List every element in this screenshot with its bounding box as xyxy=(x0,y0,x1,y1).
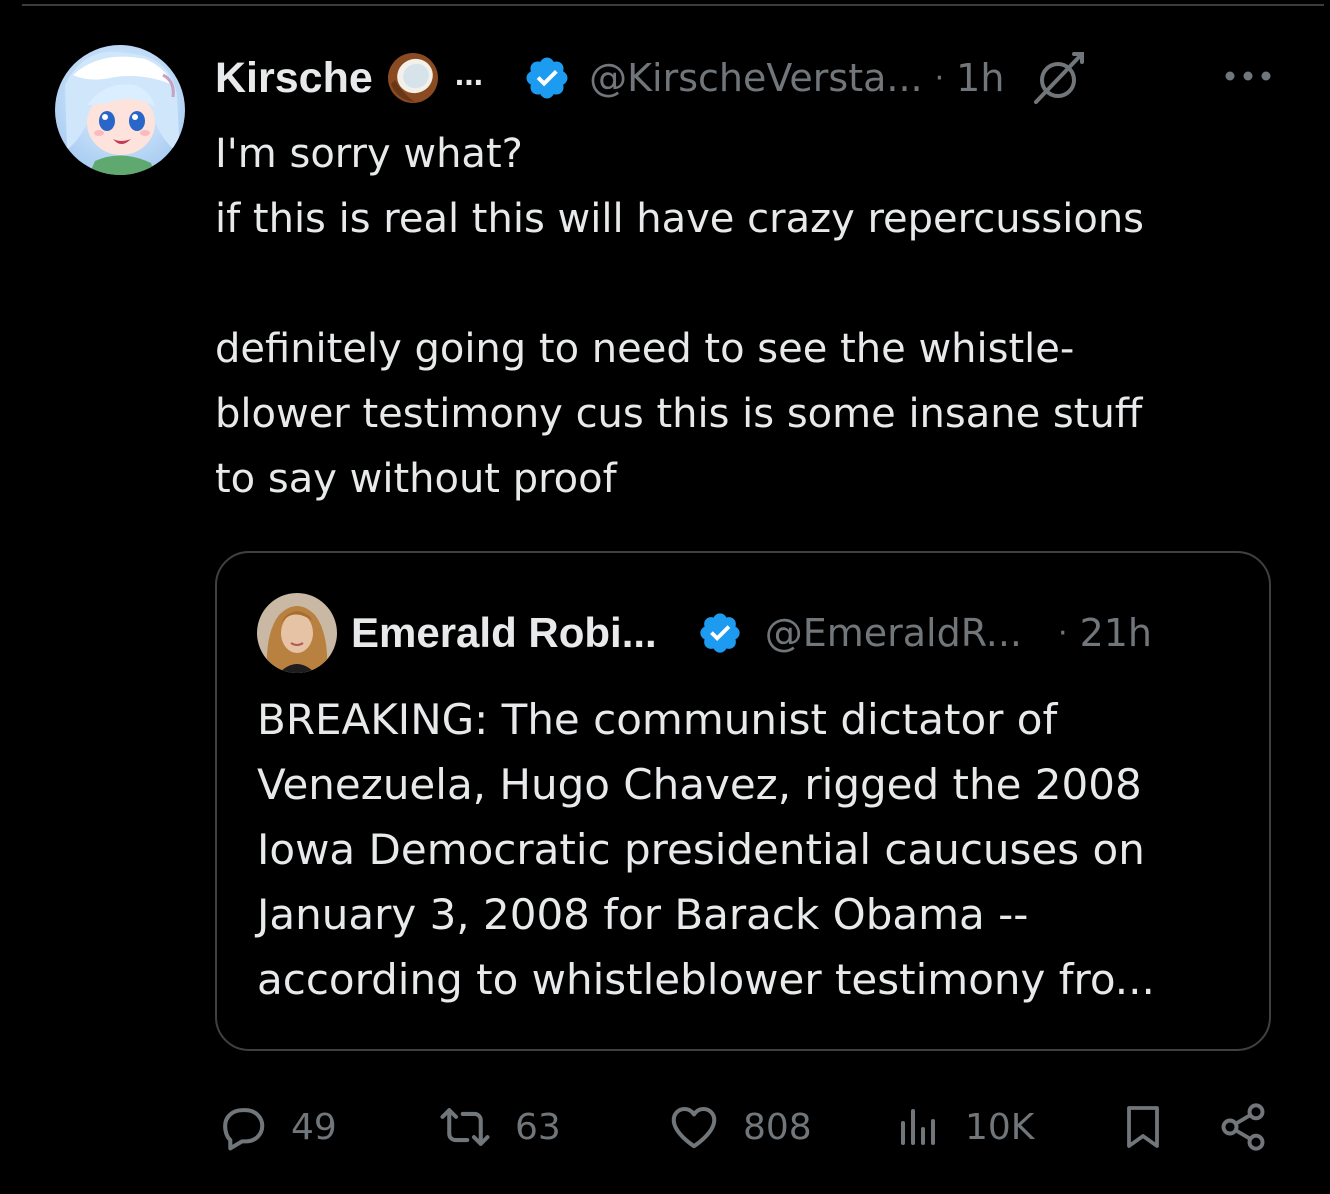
heart-icon xyxy=(667,1100,721,1154)
quoted-text-line: BREAKING: The communist dictator of xyxy=(257,695,1058,744)
quoted-author-avatar[interactable] xyxy=(257,593,337,673)
quoted-text-line: January 3, 2008 for Barack Obama -- xyxy=(257,890,1029,939)
verified-badge-icon[interactable] xyxy=(523,54,571,102)
tweet-text-line: blower testimony cus this is some insane… xyxy=(215,391,1143,437)
tweet-text-line: if this is real this will have crazy rep… xyxy=(215,196,1145,242)
share-button[interactable] xyxy=(1217,1096,1269,1158)
reply-count: 49 xyxy=(291,1106,337,1148)
bookmark-icon xyxy=(1119,1098,1167,1156)
top-divider xyxy=(22,4,1324,6)
views-chart-icon xyxy=(895,1100,943,1154)
repost-count: 63 xyxy=(515,1106,561,1148)
quoted-text-line: according to whistleblower testimony fro… xyxy=(257,955,1155,1004)
quoted-text-line: Venezuela, Hugo Chavez, rigged the 2008 xyxy=(257,760,1142,809)
author-display-name[interactable]: Kirsche xyxy=(215,54,373,103)
separator-dot: · xyxy=(934,60,945,96)
verified-badge-icon[interactable] xyxy=(697,610,743,656)
reply-icon xyxy=(215,1100,269,1154)
like-count: 808 xyxy=(743,1106,812,1148)
tweet-header: Kirsche ... @KirscheVersta... · 1h xyxy=(215,50,1295,106)
repost-icon xyxy=(437,1100,493,1154)
separator-dot: · xyxy=(1058,615,1068,651)
reply-button[interactable]: 49 xyxy=(215,1096,337,1158)
tweet-action-bar: 49 63 808 10K xyxy=(215,1096,1275,1158)
tweet-timestamp[interactable]: 1h xyxy=(956,56,1004,100)
name-truncation: ... xyxy=(454,54,484,93)
repost-button[interactable]: 63 xyxy=(437,1096,561,1158)
views-button[interactable]: 10K xyxy=(895,1096,1034,1158)
bookmark-button[interactable] xyxy=(1119,1096,1167,1158)
tweet-text: I'm sorry what? if this is real this wil… xyxy=(215,122,1305,512)
author-avatar[interactable] xyxy=(55,45,185,175)
coconut-icon xyxy=(385,50,441,106)
quoted-author-handle[interactable]: @EmeraldR... xyxy=(765,611,1022,655)
grok-icon[interactable] xyxy=(1028,48,1088,108)
quoted-tweet-card[interactable]: Emerald Robi... @EmeraldR... · 21h BREAK… xyxy=(215,551,1271,1051)
like-button[interactable]: 808 xyxy=(667,1096,812,1158)
author-handle[interactable]: @KirscheVersta... xyxy=(589,56,923,100)
quoted-tweet-text: BREAKING: The communist dictator of Vene… xyxy=(257,687,1257,1012)
quoted-author-display-name[interactable]: Emerald Robi... xyxy=(351,609,657,657)
quoted-tweet-timestamp[interactable]: 21h xyxy=(1080,611,1152,655)
tweet-text-line: to say without proof xyxy=(215,456,617,502)
share-icon xyxy=(1217,1100,1269,1154)
tweet-text-line: I'm sorry what? xyxy=(215,131,523,177)
tweet-text-line: definitely going to need to see the whis… xyxy=(215,326,1075,372)
more-options-icon[interactable] xyxy=(1222,64,1274,88)
quoted-text-line: Iowa Democratic presidential caucuses on xyxy=(257,825,1145,874)
quoted-tweet-header: Emerald Robi... @EmeraldR... · 21h xyxy=(351,605,1251,661)
views-count: 10K xyxy=(965,1106,1035,1148)
